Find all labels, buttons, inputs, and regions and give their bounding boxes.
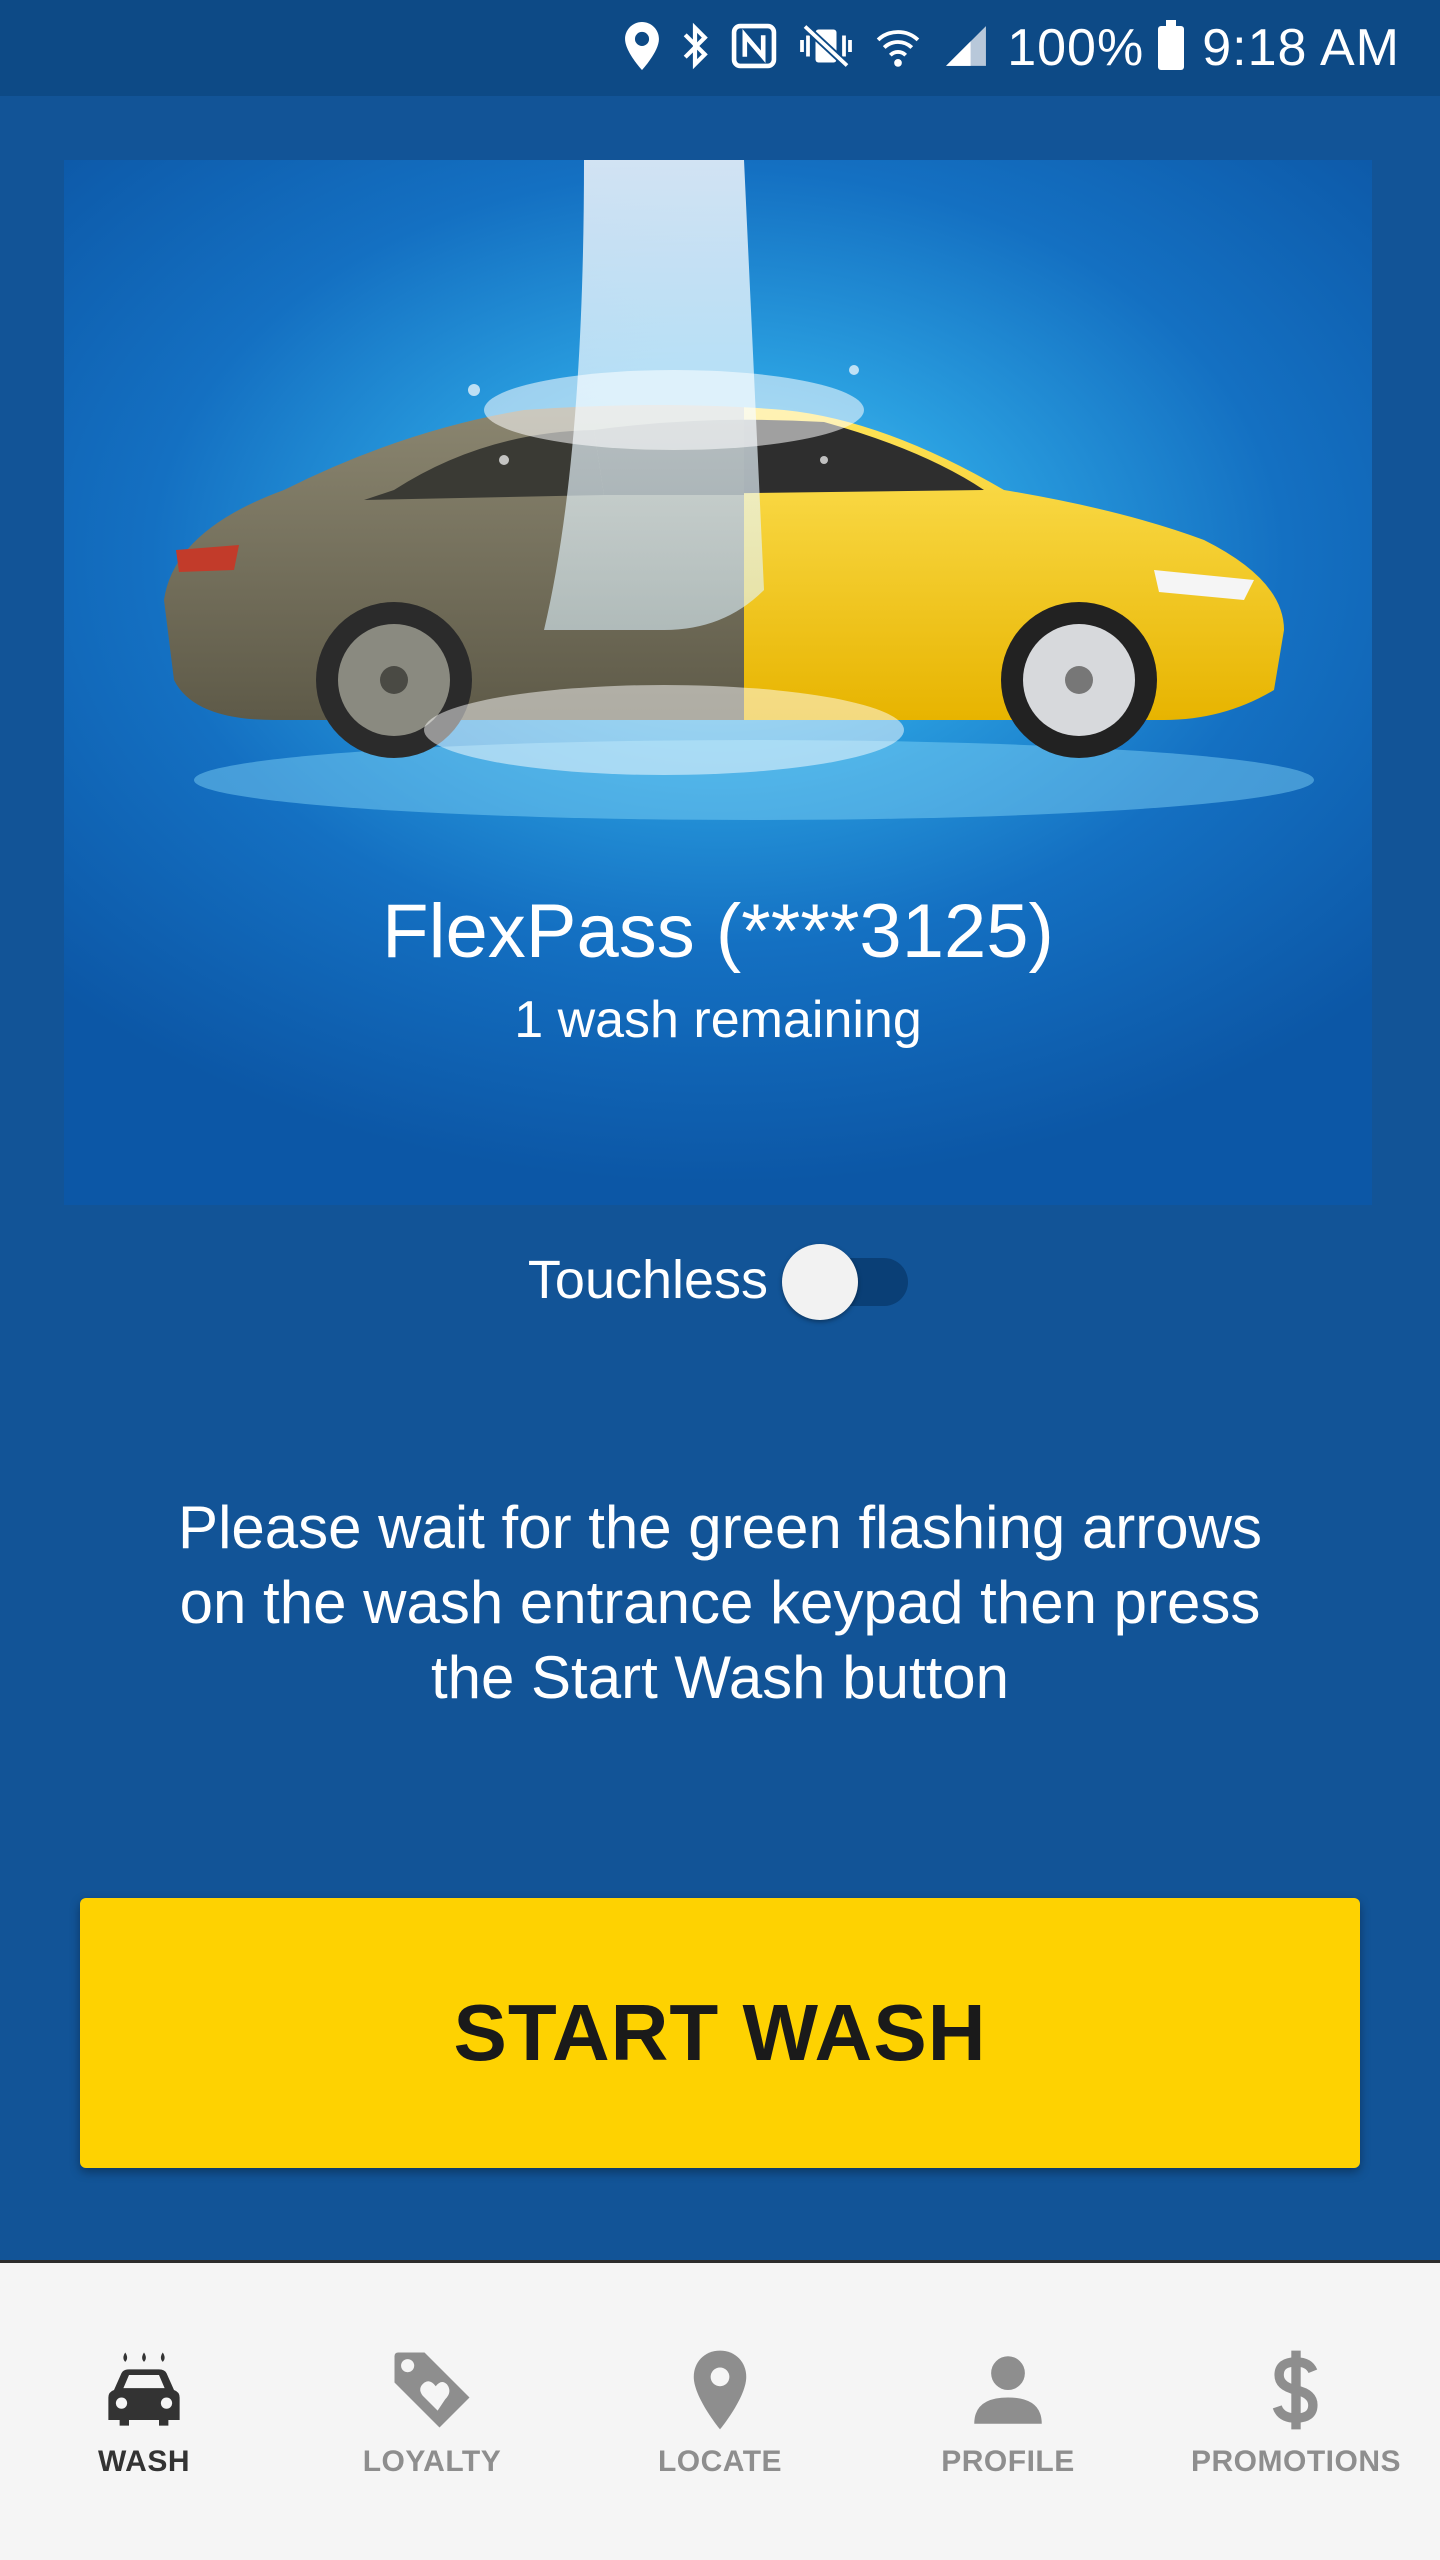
location-icon (625, 21, 660, 75)
touchless-toggle[interactable] (782, 1244, 912, 1320)
bluetooth-icon (681, 22, 709, 75)
dollar-icon (1272, 2350, 1318, 2430)
touchless-row: Touchless (0, 1238, 1440, 1322)
status-bar: 100% 9:18 AM (0, 0, 1440, 96)
nav-label-locate: LOCATE (657, 2445, 783, 2478)
nav-label-wash: WASH (98, 2445, 190, 2478)
nav-item-wash[interactable]: WASH (0, 2263, 288, 2560)
nfc-icon (731, 23, 777, 74)
car-wash-icon (108, 2352, 180, 2426)
toggle-knob[interactable] (782, 1244, 859, 1320)
wash-instructions: Please wait for the green flashing arrow… (178, 1494, 1262, 1711)
start-wash-button[interactable]: START WASH (80, 1898, 1360, 2168)
nav-item-promotions[interactable]: PROMOTIONS (1152, 2263, 1440, 2560)
person-icon (974, 2356, 1042, 2424)
nav-label-promotions: PROMOTIONS (1190, 2445, 1401, 2478)
bottom-navigation: WASH LOYALTY LOCATE PROFILE PROMOTIONS (0, 2260, 1440, 2560)
nav-label-loyalty: LOYALTY (362, 2445, 502, 2478)
signal-icon (943, 23, 989, 74)
location-pin-icon (693, 2350, 747, 2430)
flexpass-title: FlexPass (****3125) (382, 889, 1054, 974)
nav-item-locate[interactable]: LOCATE (576, 2263, 864, 2560)
nav-item-loyalty[interactable]: LOYALTY (288, 2263, 576, 2560)
hero-card: FlexPass (****3125) 1 wash remaining (64, 160, 1372, 1205)
touchless-label: Touchless (527, 1250, 769, 1310)
wifi-icon (875, 23, 921, 74)
battery-icon (1158, 20, 1185, 70)
loyalty-tag-icon (394, 2352, 470, 2428)
battery-percent: 100% (1007, 19, 1145, 77)
clock: 9:18 AM (1202, 19, 1400, 77)
vibrate-mute-icon (799, 23, 853, 74)
nav-item-profile[interactable]: PROFILE (864, 2263, 1152, 2560)
washes-remaining: 1 wash remaining (514, 991, 922, 1049)
nav-label-profile: PROFILE (941, 2445, 1075, 2478)
car-wash-illustration (164, 160, 1314, 820)
